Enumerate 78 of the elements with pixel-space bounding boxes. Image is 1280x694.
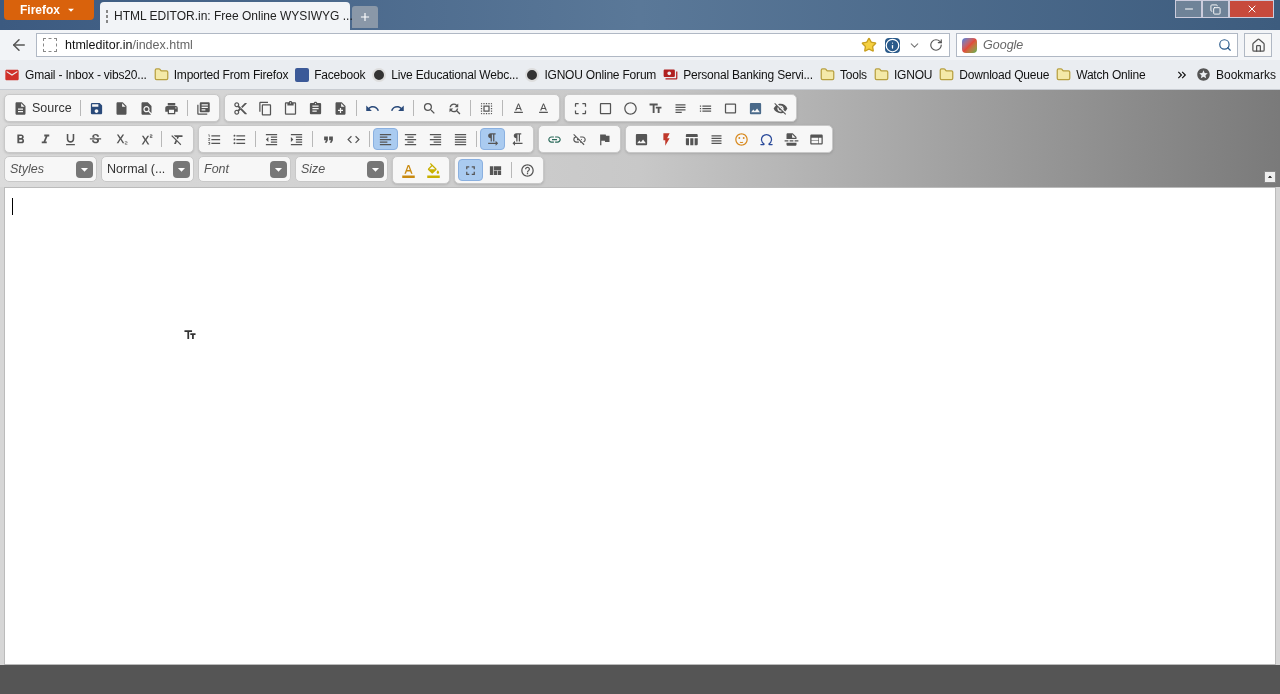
search-field[interactable]: Google bbox=[956, 33, 1238, 57]
copy-icon bbox=[257, 100, 273, 116]
document-icon bbox=[13, 100, 28, 116]
google-icon bbox=[962, 37, 977, 53]
dashed-box-icon bbox=[572, 100, 588, 116]
select-all-icon bbox=[478, 100, 494, 116]
save-icon bbox=[88, 100, 104, 116]
smiley-icon bbox=[734, 131, 749, 147]
bookmark-item[interactable]: Imported From Firefox bbox=[153, 65, 289, 84]
print-icon bbox=[163, 100, 179, 116]
maximize-button[interactable] bbox=[458, 159, 483, 181]
align-center-icon bbox=[403, 131, 418, 147]
address-field[interactable]: htmleditor.in/index.html bbox=[36, 33, 950, 57]
justify-icon bbox=[453, 131, 468, 147]
left-to-right-icon bbox=[485, 131, 500, 147]
plus-icon bbox=[358, 10, 372, 24]
folder-icon bbox=[939, 67, 955, 82]
home-button[interactable] bbox=[1244, 33, 1272, 57]
bookmark-item[interactable]: Tools bbox=[819, 65, 867, 84]
folder-icon bbox=[1056, 67, 1072, 82]
folder-icon bbox=[819, 67, 835, 82]
dropdown-icon bbox=[173, 160, 190, 178]
align-left-button[interactable] bbox=[373, 128, 398, 150]
bookmark-item[interactable]: Download Queue bbox=[939, 65, 1050, 84]
folder-icon bbox=[153, 67, 169, 82]
clipboard-text-icon bbox=[307, 100, 323, 116]
firefox-menu-button[interactable]: Firefox bbox=[4, 0, 94, 20]
scissors-icon bbox=[232, 100, 248, 116]
format-dropdown[interactable]: Normal (... bbox=[101, 156, 194, 182]
star-icon bbox=[1195, 67, 1211, 82]
bookmark-item[interactable]: Facebook bbox=[295, 65, 366, 84]
reload-icon[interactable] bbox=[929, 38, 943, 52]
close-button[interactable] bbox=[1229, 0, 1274, 18]
right-to-left-icon bbox=[510, 131, 525, 147]
bookmark-item[interactable]: IGNOU Online Forum bbox=[525, 65, 657, 84]
restore-icon bbox=[1210, 3, 1221, 15]
indent-icon bbox=[289, 131, 304, 147]
bookmark-item[interactable]: Gmail - Inbox - vibs20... bbox=[4, 65, 147, 84]
bookmark-item[interactable]: IGNOU bbox=[873, 65, 933, 84]
dropdown-icon bbox=[270, 160, 287, 178]
image-icon bbox=[634, 131, 649, 147]
outdent-icon bbox=[264, 131, 279, 147]
hidden-icon bbox=[772, 100, 788, 116]
bank-icon bbox=[663, 67, 679, 82]
format-dropdown[interactable]: Styles bbox=[4, 156, 97, 182]
fill-color-icon bbox=[426, 162, 441, 178]
collapse-toolbar-button[interactable] bbox=[1264, 171, 1276, 183]
help-icon bbox=[520, 162, 535, 178]
bookmark-item[interactable]: Live Educational Webc... bbox=[372, 65, 519, 84]
format-dropdown[interactable]: Size bbox=[295, 156, 388, 182]
star-icon[interactable] bbox=[861, 37, 877, 53]
bookmarks-menu-button[interactable]: Bookmarks bbox=[1195, 65, 1276, 84]
bookmark-item[interactable]: Watch Online bbox=[1056, 65, 1146, 84]
pages-icon bbox=[195, 100, 211, 116]
info-icon[interactable] bbox=[885, 37, 900, 53]
text-color-icon bbox=[401, 162, 416, 178]
align-right-icon bbox=[428, 131, 443, 147]
format-dropdown[interactable]: Font bbox=[198, 156, 291, 182]
align-left-icon bbox=[378, 131, 393, 147]
text-caret bbox=[12, 198, 13, 215]
dropdown-icon bbox=[76, 160, 93, 178]
search-input[interactable]: Google bbox=[983, 35, 1212, 55]
browser-tab[interactable]: HTML EDITOR.in: Free Online WYSIWYG ... bbox=[100, 2, 350, 30]
search-icon bbox=[421, 100, 437, 116]
home-icon bbox=[1250, 37, 1266, 53]
underline-icon bbox=[63, 131, 78, 147]
page-break-icon bbox=[784, 131, 799, 147]
unlink-icon bbox=[572, 131, 587, 147]
search-icon[interactable] bbox=[1218, 38, 1232, 52]
folder-icon bbox=[873, 67, 889, 82]
left-to-right-button[interactable] bbox=[480, 128, 505, 150]
bookmark-item[interactable]: Personal Banking Servi... bbox=[663, 65, 813, 84]
dropdown-icon bbox=[367, 160, 384, 178]
document-button[interactable]: Source bbox=[8, 97, 77, 119]
omega-icon bbox=[759, 131, 774, 147]
table-icon bbox=[684, 131, 699, 147]
picture-icon bbox=[747, 100, 763, 116]
clipboard-icon bbox=[282, 100, 298, 116]
